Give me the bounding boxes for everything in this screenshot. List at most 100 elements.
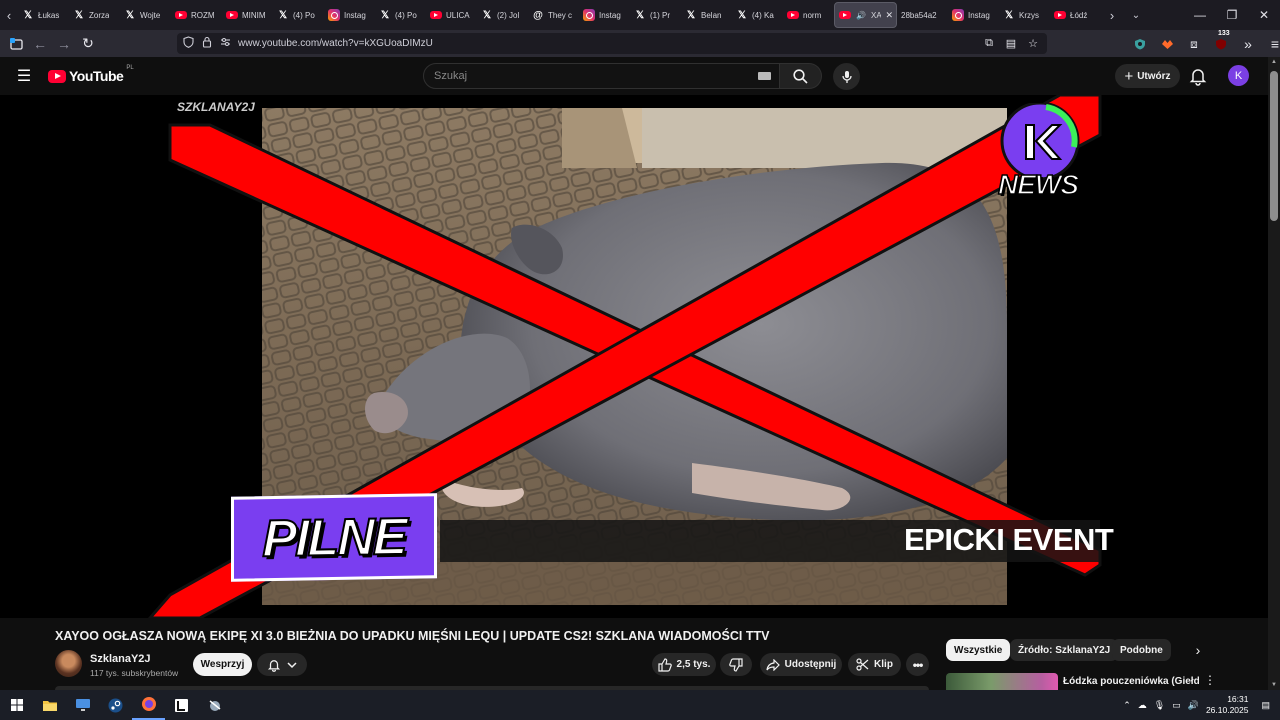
browser-tab[interactable]: 🔊 XAY✕ (834, 2, 897, 28)
browser-tab[interactable]: 𝕏 Łukas (18, 2, 69, 28)
lock-icon[interactable] (202, 36, 212, 51)
tab-scroll-left-button[interactable]: ‹ (0, 0, 18, 30)
tab-list-dropdown-button[interactable]: ⌄ (1127, 0, 1145, 30)
browser-tab[interactable]: 𝕏 Krzys (999, 2, 1050, 28)
firefox-icon[interactable] (132, 690, 165, 720)
tab-title: MINIM (242, 10, 266, 20)
search-button[interactable] (780, 63, 822, 89)
browser-tab[interactable]: ROZM (171, 2, 222, 28)
scroll-up-arrow[interactable]: ▲ (1271, 59, 1277, 65)
notification-center-icon[interactable]: ▤ (1261, 700, 1270, 711)
clock[interactable]: 16:31 26.10.2025 (1206, 694, 1249, 716)
browser-tab[interactable]: 𝕏 Wojte (120, 2, 171, 28)
browser-tab[interactable]: MINIM (222, 2, 273, 28)
related-video-thumbnail[interactable] (946, 673, 1058, 690)
video-player[interactable]: SZKLANAY2J NEWS EPICKI EVENT PILNE (0, 95, 1268, 618)
ublock-icon[interactable]: 133 (1209, 30, 1233, 56)
reload-icon[interactable]: ↻ (76, 32, 100, 56)
browser-tab[interactable]: 𝕏 (4) Ka (732, 2, 783, 28)
x-logo-icon: 𝕏 (737, 9, 747, 21)
audio-playing-icon[interactable]: 🔊 (855, 9, 867, 21)
browser-tab[interactable]: norm (783, 2, 834, 28)
chevron-down-icon (287, 661, 297, 668)
youtube-logo[interactable]: YouTube PL (48, 65, 134, 84)
overflow-chevrons-icon[interactable]: » (1236, 32, 1260, 56)
steam-icon[interactable] (99, 690, 132, 720)
url-text[interactable]: www.youtube.com/watch?v=kXGUoaDIMzU (238, 38, 433, 49)
privacy-badger-icon[interactable] (1128, 32, 1152, 56)
browser-tab[interactable]: 𝕏 (4) Po (273, 2, 324, 28)
dislike-button[interactable] (720, 653, 752, 676)
support-button[interactable]: Wesprzyj (193, 653, 252, 676)
browser-tab[interactable]: ULICA (426, 2, 477, 28)
browser-tab[interactable]: 𝕏 (2) Jol (477, 2, 528, 28)
tab-title: Instag (968, 10, 990, 20)
browser-tab[interactable]: Instag (579, 2, 630, 28)
minimize-button[interactable]: — (1184, 0, 1216, 30)
browser-tab[interactable]: Łódź (1050, 2, 1101, 28)
browser-tab[interactable]: 𝕏 (1) Pr (630, 2, 681, 28)
browser-tab[interactable]: Instag (948, 2, 999, 28)
tab-strip: 𝕏 Łukas 𝕏 Zorza 𝕏 Wojte ROZM MINIM 𝕏 (4) Po Instag… (18, 0, 1101, 30)
notion-app-icon[interactable] (165, 690, 198, 720)
monitor-app-icon[interactable] (66, 690, 99, 720)
subscription-notifications-button[interactable] (257, 653, 307, 676)
permissions-icon[interactable] (220, 37, 231, 50)
voice-search-button[interactable] (833, 63, 860, 90)
tab-scroll-right-button[interactable]: › (1103, 0, 1121, 30)
browser-tab[interactable]: @ They c (528, 2, 579, 28)
reader-view-icon[interactable]: ▤ (1003, 35, 1019, 51)
chips-next-icon[interactable]: › (1190, 642, 1206, 658)
browser-tab[interactable]: 𝕏 Zorza (69, 2, 120, 28)
channel-name[interactable]: SzklanaY2J (90, 653, 151, 665)
scrollbar-thumb[interactable] (1270, 71, 1278, 221)
clip-button[interactable]: Klip (848, 653, 901, 676)
browser-tab[interactable]: Instag (324, 2, 375, 28)
channel-avatar[interactable] (55, 650, 82, 677)
microphone-tray-icon[interactable]: 🎙 (1154, 700, 1165, 711)
app-menu-icon[interactable]: ≡ (1263, 32, 1280, 56)
tab-title: Instag (599, 10, 621, 20)
chip-source-channel[interactable]: Źródło: SzklanaY2J (1010, 639, 1119, 661)
search-input[interactable]: Szukaj (423, 63, 780, 89)
close-window-button[interactable]: ✕ (1248, 0, 1280, 30)
like-button[interactable]: 2,5 tys. (652, 653, 716, 676)
chip-all[interactable]: Wszystkie (946, 639, 1011, 661)
picture-in-picture-icon[interactable]: ⧉ (981, 35, 997, 51)
shield-icon[interactable] (183, 36, 194, 51)
extensions-puzzle-icon[interactable]: ⧈ (1182, 32, 1206, 56)
page-scrollbar[interactable]: ▲ ▼ (1268, 57, 1280, 690)
guide-menu-icon[interactable]: ☰ (14, 66, 34, 86)
file-explorer-icon[interactable] (33, 690, 66, 720)
notifications-bell-icon[interactable] (1188, 66, 1208, 86)
tab-title: Łódź (1070, 10, 1088, 20)
sidebar-toggle-icon[interactable] (4, 32, 28, 56)
account-avatar[interactable]: K (1228, 65, 1249, 86)
network-app-icon[interactable] (198, 690, 231, 720)
like-count: 2,5 tys. (676, 659, 711, 670)
create-button[interactable]: + Utwórz (1115, 64, 1180, 88)
volume-icon[interactable]: 🔊 (1188, 700, 1199, 711)
scroll-down-arrow[interactable]: ▼ (1271, 682, 1277, 688)
related-video-menu-icon[interactable]: ⋮ (1204, 673, 1216, 687)
chip-similar[interactable]: Podobne (1112, 639, 1171, 661)
more-actions-button[interactable]: ••• (906, 653, 929, 676)
share-button[interactable]: Udostępnij (760, 653, 842, 676)
url-bar[interactable]: www.youtube.com/watch?v=kXGUoaDIMzU ⧉ ▤ … (177, 33, 1047, 54)
browser-tab[interactable]: 𝕏 (4) Po (375, 2, 426, 28)
network-icon[interactable]: ▭ (1172, 700, 1181, 711)
close-tab-icon[interactable]: ✕ (885, 10, 893, 21)
forward-icon[interactable]: → (52, 32, 76, 56)
tab-title: (4) Ka (752, 10, 774, 20)
browser-tab[interactable]: 28ba54a2 (897, 2, 948, 28)
firefox-account-icon[interactable] (1155, 32, 1179, 56)
youtube-favicon-icon (226, 11, 238, 19)
restore-button[interactable]: ❐ (1216, 0, 1248, 30)
browser-tab[interactable]: 𝕏 Belan (681, 2, 732, 28)
tray-expand-icon[interactable]: ⌃ (1123, 700, 1131, 711)
keyboard-icon[interactable] (758, 72, 771, 80)
back-icon[interactable]: ← (28, 32, 52, 56)
windows-start-icon[interactable] (0, 690, 33, 720)
bookmark-star-icon[interactable]: ☆ (1025, 35, 1041, 51)
onedrive-cloud-icon[interactable]: ☁ (1138, 700, 1147, 711)
